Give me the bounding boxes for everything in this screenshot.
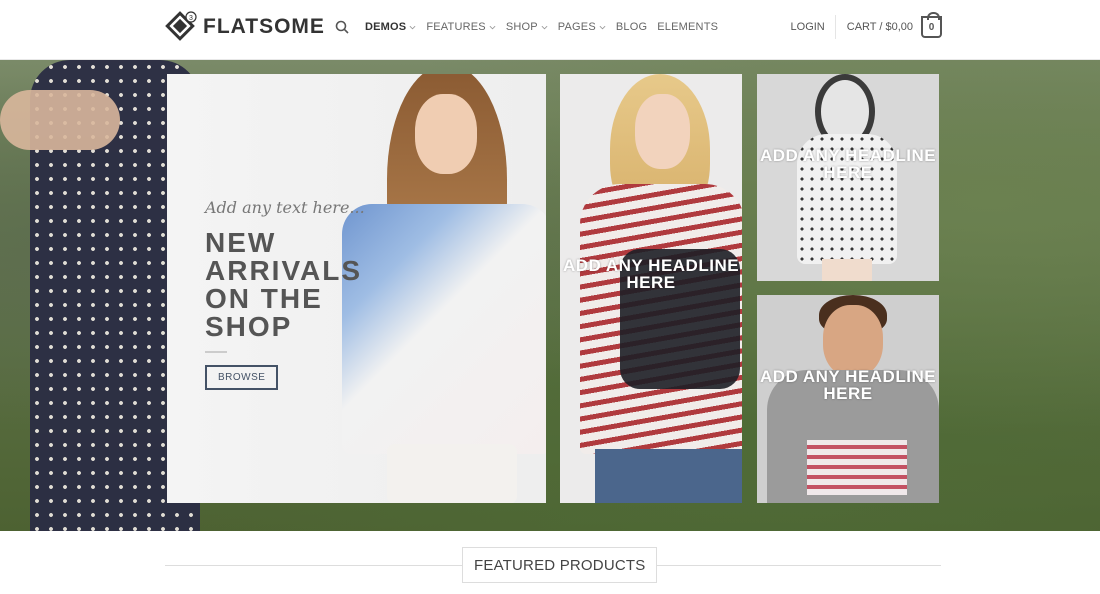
nav-item-label: SHOP bbox=[505, 21, 538, 33]
cart-link[interactable]: CART / $0,00 bbox=[847, 21, 913, 33]
logo-diamond-icon: 3 bbox=[165, 11, 197, 41]
browse-button[interactable]: BROWSE bbox=[205, 365, 279, 390]
site-logo[interactable]: 3 FLATSOME bbox=[165, 11, 325, 43]
banner-tile-knit-dress[interactable]: ADD ANY HEADLINE HERE bbox=[757, 74, 939, 281]
nav-item-blog[interactable]: BLOG bbox=[616, 21, 647, 33]
chevron-down-icon bbox=[409, 25, 416, 29]
featured-products-section: FEATURED PRODUCTS bbox=[165, 547, 941, 583]
chevron-down-icon bbox=[599, 25, 606, 29]
nav-item-shop[interactable]: SHOP bbox=[506, 21, 548, 33]
nav-item-features[interactable]: FEATURES bbox=[426, 21, 496, 33]
cart-count: 0 bbox=[928, 21, 935, 33]
nav-item-label: BLOG bbox=[615, 21, 648, 33]
banner-tile-mens-tee[interactable]: ADD ANY HEADLINE HERE bbox=[757, 295, 939, 503]
chevron-down-icon bbox=[489, 25, 496, 29]
cart-bag-icon[interactable]: 0 bbox=[921, 12, 942, 38]
banner-text-block: Add any text here... NEW ARRIVALS ON THE… bbox=[205, 198, 365, 390]
login-link[interactable]: LOGIN bbox=[791, 15, 836, 39]
logo-text: FLATSOME bbox=[203, 15, 325, 38]
banner-tagline: Add any text here... bbox=[205, 198, 365, 217]
nav-item-label: ELEMENTS bbox=[657, 21, 719, 33]
logo-badge: 3 bbox=[189, 15, 193, 22]
nav-item-label: FEATURES bbox=[426, 21, 486, 33]
section-title: FEATURED PRODUCTS bbox=[462, 547, 658, 583]
tile-headline: ADD ANY HEADLINE HERE bbox=[562, 256, 740, 292]
nav-item-demos[interactable]: DEMOS bbox=[365, 21, 416, 33]
hero-background-arm bbox=[0, 90, 120, 150]
nav-item-label: DEMOS bbox=[365, 21, 407, 33]
banner-tile-striped-sweater[interactable]: ADD ANY HEADLINE HERE bbox=[560, 74, 742, 503]
nav-item-pages[interactable]: PAGES bbox=[558, 21, 606, 33]
account-nav: LOGIN CART / $0,00 0 bbox=[791, 0, 942, 54]
search-icon[interactable] bbox=[335, 20, 349, 34]
banner-divider bbox=[205, 351, 227, 353]
nav-item-elements[interactable]: ELEMENTS bbox=[657, 21, 718, 33]
site-header: 3 FLATSOME DEMOS FEATURES SHOP PAGES BLO… bbox=[0, 0, 1100, 60]
banner-tile-new-arrivals[interactable]: Add any text here... NEW ARRIVALS ON THE… bbox=[167, 74, 546, 503]
banner-headline: NEW ARRIVALS ON THE SHOP bbox=[205, 227, 363, 342]
model-photo bbox=[342, 74, 546, 503]
tile-headline: ADD ANY HEADLINE HERE bbox=[759, 367, 937, 403]
chevron-down-icon bbox=[541, 25, 548, 29]
tile-headline: ADD ANY HEADLINE HERE bbox=[759, 146, 937, 182]
main-nav: DEMOS FEATURES SHOP PAGES BLOG ELEMENTS bbox=[335, 0, 718, 54]
nav-item-label: PAGES bbox=[557, 21, 596, 33]
